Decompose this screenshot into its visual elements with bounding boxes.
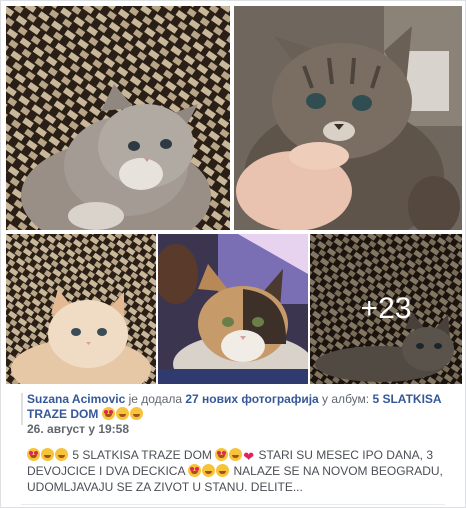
post-meta: Suzana Acimovic је додала 27 нових фотог… bbox=[27, 392, 447, 437]
heart-eyes-icon bbox=[27, 448, 40, 461]
smile-icon bbox=[202, 464, 216, 477]
album-text: у албум: bbox=[318, 392, 373, 406]
description-part-1: 5 SLATKISA TRAZE DOM bbox=[69, 448, 216, 462]
quote-bar bbox=[21, 393, 23, 425]
photo-gray-white-kitten[interactable] bbox=[6, 6, 230, 230]
added-text: је додала bbox=[125, 392, 186, 406]
kiss-icon bbox=[216, 464, 230, 477]
heart-eyes-icon bbox=[188, 464, 202, 477]
divider bbox=[21, 504, 445, 505]
smile-icon bbox=[229, 448, 243, 461]
more-photos-count: +23 bbox=[360, 292, 412, 325]
kiss-icon bbox=[55, 448, 68, 461]
photo-tabby-kitten-lying[interactable]: +23 bbox=[310, 234, 462, 384]
heart-eyes-icon bbox=[215, 448, 229, 461]
photo-ginger-white-kitten[interactable] bbox=[6, 234, 156, 384]
photo-tabby-kitten-held[interactable] bbox=[234, 6, 462, 230]
smile-icon bbox=[41, 448, 54, 461]
post-date[interactable]: 26. август у 19:58 bbox=[27, 422, 447, 437]
photo-calico-kitten[interactable] bbox=[158, 234, 308, 384]
author-link[interactable]: Suzana Acimovic bbox=[27, 392, 125, 406]
kiss-icon bbox=[129, 407, 143, 420]
post-description: 5 SLATKISA TRAZE DOM ❤ STARI SU MESEC IP… bbox=[27, 447, 447, 495]
red-heart-icon: ❤ bbox=[243, 449, 255, 464]
more-photos-overlay[interactable]: +23 bbox=[310, 234, 462, 384]
photo-count-link[interactable]: 27 нових фотографија bbox=[185, 392, 318, 406]
photo-post-card: +23 Suzana Acimovic је додала 27 нових ф… bbox=[0, 0, 466, 508]
heart-eyes-icon bbox=[101, 407, 115, 420]
smile-icon bbox=[115, 407, 129, 420]
